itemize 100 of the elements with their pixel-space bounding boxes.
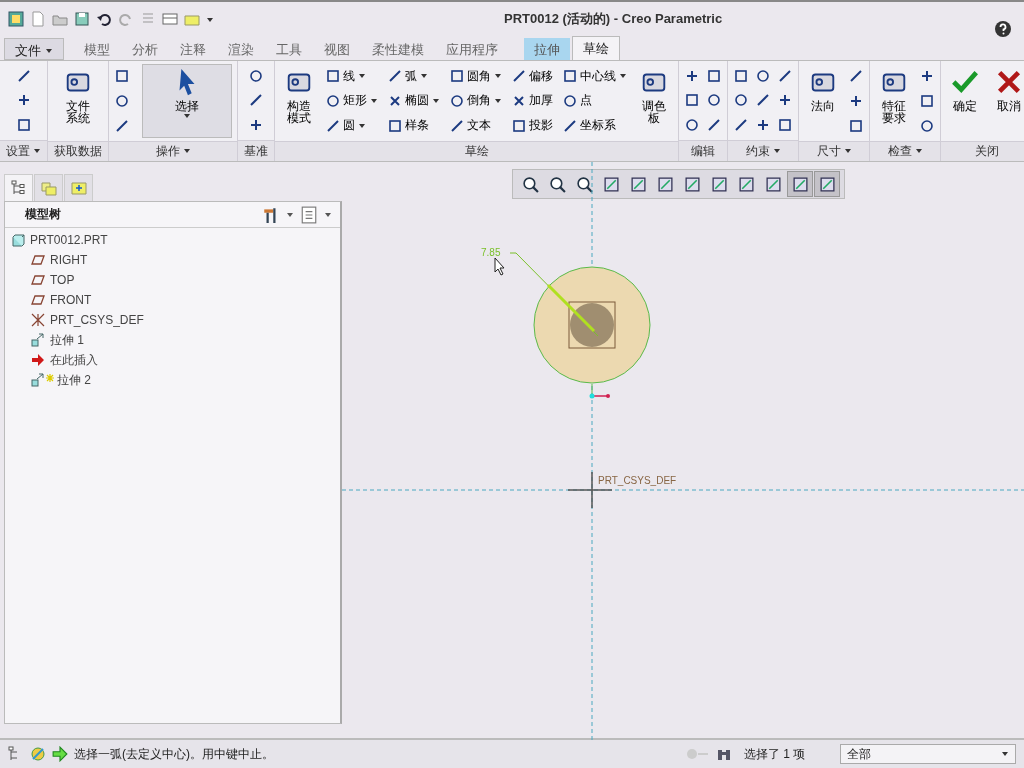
caret-icon xyxy=(844,147,852,155)
globe-icon[interactable] xyxy=(30,746,46,762)
square-icon xyxy=(326,69,341,84)
line-icon xyxy=(450,118,465,133)
tool-button[interactable]: 矩形 xyxy=(324,91,381,111)
caret-icon xyxy=(370,97,379,105)
tool-button[interactable]: 构造模式 xyxy=(280,64,319,138)
customize-caret-icon[interactable] xyxy=(206,15,214,23)
group-label[interactable]: 尺寸 xyxy=(799,141,870,161)
tree-item[interactable]: TOP xyxy=(5,270,340,290)
group-label[interactable]: 草绘 xyxy=(275,141,679,161)
line-icon[interactable] xyxy=(706,116,723,133)
circle-icon[interactable] xyxy=(919,117,936,134)
group-label[interactable]: 约束 xyxy=(728,140,799,161)
square-icon xyxy=(818,175,836,193)
caret-icon xyxy=(183,147,191,155)
caret-icon[interactable] xyxy=(324,210,332,219)
ribbon-tab[interactable]: 柔性建模 xyxy=(361,38,434,60)
tool-button[interactable]: 点 xyxy=(561,91,595,111)
tool-button[interactable]: 弧 xyxy=(386,66,431,86)
help-icon[interactable] xyxy=(994,20,1012,38)
square-icon[interactable] xyxy=(114,68,131,85)
tree-item[interactable]: 拉伸 1 xyxy=(5,330,340,350)
circle-icon[interactable] xyxy=(755,68,772,85)
window-icon[interactable] xyxy=(162,11,178,27)
tree-item[interactable]: 在此插入 xyxy=(5,350,340,370)
ribbon-tab[interactable]: 渲染 xyxy=(217,38,264,60)
group-label[interactable]: 编辑 xyxy=(679,140,728,161)
magnifier-icon xyxy=(521,175,539,193)
tool-button[interactable]: 坐标系 xyxy=(561,116,619,136)
tool-button[interactable]: 调色板 xyxy=(635,64,674,138)
square-icon[interactable] xyxy=(15,116,32,133)
tool-button[interactable]: 倒角 xyxy=(448,91,505,111)
app-icon[interactable] xyxy=(8,11,24,27)
circle-icon[interactable] xyxy=(706,92,723,109)
tool-button[interactable]: 线 xyxy=(324,66,369,86)
arrow-icon xyxy=(52,746,68,762)
group-label[interactable]: 设置 xyxy=(0,140,48,161)
tree-item[interactable]: 拉伸 2 xyxy=(5,370,340,390)
circle-icon[interactable] xyxy=(248,68,265,85)
save-icon[interactable] xyxy=(74,11,90,27)
ok-button[interactable]: 确定 xyxy=(946,64,985,138)
line-icon xyxy=(563,118,578,133)
selection-count: 选择了 1 项 xyxy=(744,745,807,763)
tool-button[interactable]: 投影 xyxy=(510,116,556,136)
tree-item[interactable]: PRT0012.PRT xyxy=(5,230,340,250)
tool-button[interactable]: 选择 xyxy=(142,64,233,138)
group-label[interactable]: 检查 xyxy=(870,141,941,161)
list-settings-icon[interactable] xyxy=(300,205,318,224)
circle-icon[interactable] xyxy=(684,116,701,133)
filter-dropdown[interactable]: 全部 xyxy=(840,744,1016,764)
caret-icon xyxy=(44,47,53,55)
tool-button[interactable]: 法向 xyxy=(804,64,843,138)
navigator-tab[interactable] xyxy=(64,174,93,201)
group-label[interactable]: 关闭 xyxy=(941,141,1024,161)
tool-button[interactable]: 圆角 xyxy=(448,66,505,86)
ribbon-tab[interactable]: 视图 xyxy=(313,38,360,60)
ribbon-tab[interactable]: 注释 xyxy=(169,38,216,60)
tool-button[interactable]: 加厚 xyxy=(510,91,556,111)
csys-label: PRT_CSYS_DEF xyxy=(598,475,677,486)
group-label[interactable]: 获取数据 xyxy=(48,141,109,161)
ribbon-tab[interactable]: 模型 xyxy=(73,38,120,60)
caret-icon xyxy=(494,97,503,105)
ribbon-tab[interactable]: 工具 xyxy=(265,38,312,60)
cancel-button[interactable]: 取消 xyxy=(990,64,1024,138)
tool-button[interactable]: 中心线 xyxy=(561,66,630,86)
navigator-tab[interactable] xyxy=(4,174,33,201)
square-icon[interactable] xyxy=(706,68,723,85)
file-menu-tab[interactable]: 文件 xyxy=(4,38,64,60)
square-icon[interactable] xyxy=(848,117,865,134)
line-icon[interactable] xyxy=(733,116,750,133)
tree-item[interactable]: PRT_CSYS_DEF xyxy=(5,310,340,330)
group-label[interactable]: 操作 xyxy=(109,141,238,161)
ribbon-tab[interactable]: 草绘 xyxy=(571,36,620,60)
extrude-icon xyxy=(31,333,45,347)
tool-button[interactable]: 偏移 xyxy=(510,66,556,86)
square-icon[interactable] xyxy=(733,68,750,85)
sketch-circle-drawing[interactable] xyxy=(533,266,651,384)
tree-item[interactable]: FRONT xyxy=(5,290,340,310)
group-label[interactable]: 基准 xyxy=(238,140,275,161)
square-icon[interactable] xyxy=(919,93,936,109)
square-icon[interactable] xyxy=(684,92,701,109)
tool-button[interactable]: 文件系统 xyxy=(59,64,98,138)
square-icon[interactable] xyxy=(777,116,794,133)
tree-item[interactable]: RIGHT xyxy=(5,250,340,270)
circle-icon[interactable] xyxy=(733,92,750,109)
panel-title: 模型树 xyxy=(25,206,62,223)
ribbon-tab[interactable]: 分析 xyxy=(121,38,168,60)
ribbon-tab[interactable]: 应用程序 xyxy=(435,38,508,60)
tool-button[interactable]: 样条 xyxy=(386,116,432,136)
circle-icon[interactable] xyxy=(114,93,131,109)
tool-button[interactable]: 文本 xyxy=(448,116,494,136)
caret-icon[interactable] xyxy=(286,210,294,219)
undo-icon[interactable] xyxy=(96,11,112,27)
plane-icon xyxy=(31,293,45,307)
tool-button[interactable]: 椭圆 xyxy=(386,91,443,111)
line-icon[interactable] xyxy=(114,117,131,134)
ribbon-tab[interactable]: 拉伸 xyxy=(523,38,570,60)
tool-button[interactable]: 圆 xyxy=(324,116,369,136)
tool-button[interactable]: 特征要求 xyxy=(875,64,914,138)
